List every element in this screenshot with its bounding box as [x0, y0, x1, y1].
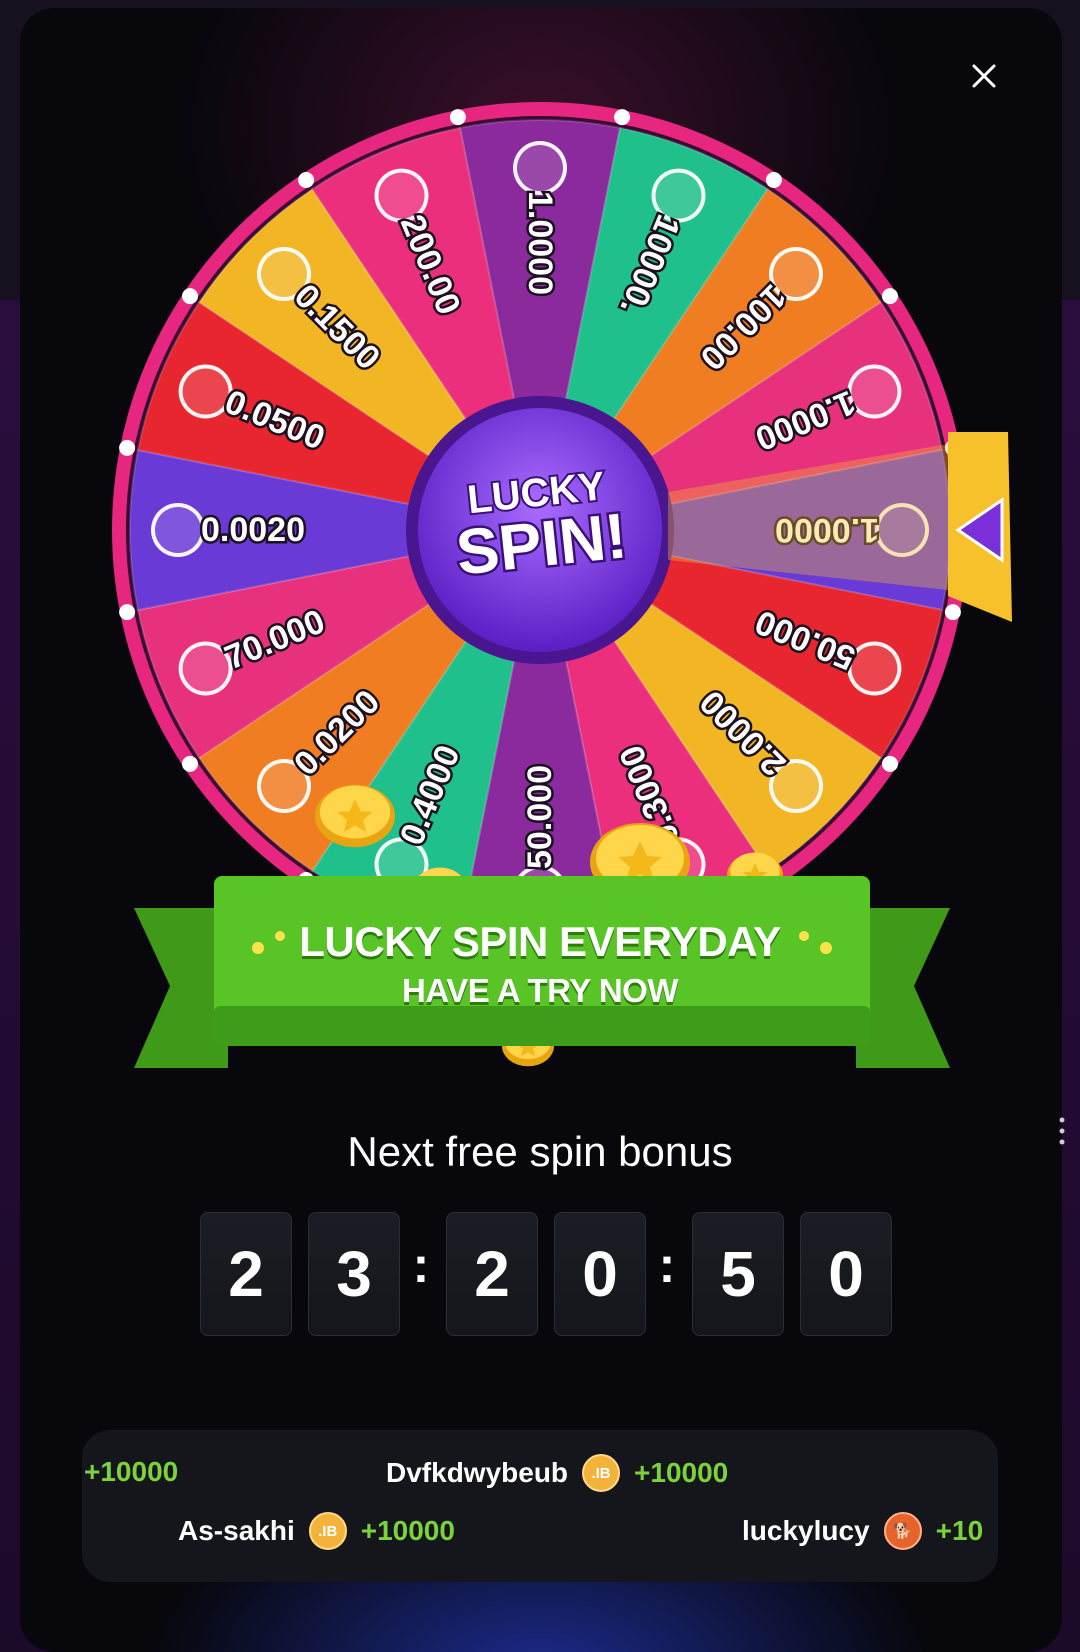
rim-light: [449, 109, 466, 126]
shiba-icon: 🐕: [883, 1512, 922, 1550]
countdown-timer: 2 3 : 2 0 : 5 0: [0, 1212, 1080, 1336]
jb-coin-icon: .IB: [582, 1454, 621, 1492]
banner-subline: HAVE A TRY NOW: [402, 972, 678, 1009]
bitcoin-icon: [513, 141, 567, 195]
rim-light: [614, 109, 631, 126]
ticker-username: Dvfkdwybeub: [386, 1457, 569, 1488]
rim-light: [119, 439, 136, 456]
ticker-amount: +10: [935, 1515, 984, 1546]
banner-headline: LUCKY SPIN EVERYDAY: [299, 918, 781, 965]
ticker-amount: +10000: [360, 1515, 455, 1546]
jb-coin-icon: .IB: [308, 1512, 347, 1550]
ticker-entry: +10000: [84, 1456, 178, 1488]
rim-light: [765, 172, 782, 188]
rim-light: [882, 755, 898, 772]
timer-digit: 5: [692, 1212, 784, 1336]
timer-digit: 2: [446, 1212, 538, 1336]
rim-light: [298, 172, 315, 188]
ticker-entry: luckylucy 🐕 +10: [742, 1512, 983, 1550]
bitcoin-icon: [151, 503, 205, 557]
rim-light: [119, 604, 136, 621]
ticker-amount: +10000: [84, 1456, 179, 1487]
gold-coin-icon: [315, 784, 395, 848]
timer-digit: 0: [800, 1212, 892, 1336]
ticker-username: luckylucy: [742, 1515, 870, 1546]
segment-value: 0.0020: [201, 511, 305, 549]
timer-separator: :: [658, 1237, 676, 1293]
segment-value: 50.000: [521, 765, 559, 869]
timer-digit: 2: [200, 1212, 292, 1336]
winners-ticker: +10000 Dvfkdwybeub .IB +10000 As-sakhi .…: [82, 1430, 998, 1582]
ticker-entry: As-sakhi .IB +10000: [178, 1512, 455, 1550]
next-spin-label: Next free spin bonus: [347, 1128, 733, 1175]
timer-digit: 0: [554, 1212, 646, 1336]
ticker-username: As-sakhi: [178, 1515, 295, 1546]
timer-separator: :: [412, 1237, 430, 1293]
ticker-entry: Dvfkdwybeub .IB +10000: [386, 1454, 728, 1492]
rim-light: [944, 604, 961, 621]
ticker-amount: +10000: [634, 1457, 729, 1488]
more-dots-icon: [1059, 1117, 1065, 1145]
timer-digit: 3: [308, 1212, 400, 1336]
rim-light: [882, 288, 898, 305]
segment-value: 1.0000: [521, 191, 559, 295]
rim-light: [182, 755, 198, 772]
rim-light: [182, 288, 198, 305]
